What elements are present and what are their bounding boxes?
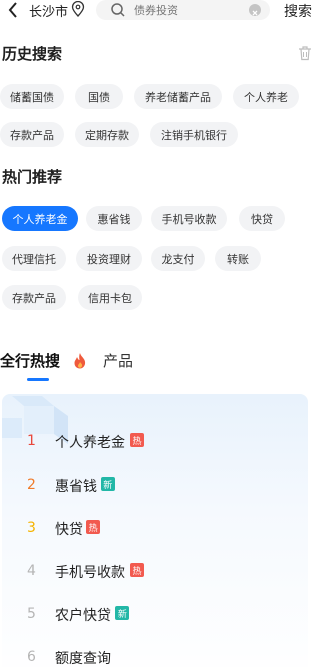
hot-search-label: 手机号收款 [55,565,125,581]
recommend-chip[interactable]: 手机号收款 [151,206,227,231]
rank-number: 2 [27,477,36,493]
rank-number: 1 [27,433,36,449]
tab-hot-search[interactable]: 全行热搜 [0,350,60,371]
city-selector[interactable]: 长沙市 [29,1,68,20]
rank-number: 6 [27,649,36,665]
hot-search-label: 快贷 [55,522,83,538]
top-bar: 长沙市 搜索 [0,0,319,22]
rank-number: 3 [27,520,36,536]
rank-number: 4 [27,563,36,579]
recommend-chip[interactable]: 快贷 [239,206,285,231]
clear-search-icon[interactable] [249,4,261,16]
rank-number: 5 [27,606,36,622]
hot-recommend-title: 热门推荐 [2,168,63,186]
recommend-chip-active[interactable]: 个人养老金 [2,206,78,231]
history-chip[interactable]: 存款产品 [0,122,64,147]
back-arrow-icon[interactable] [4,0,22,20]
recommend-chip[interactable]: 信用卡包 [78,285,142,310]
search-button[interactable]: 搜索 [284,1,312,21]
history-title: 历史搜索 [2,45,63,63]
hot-search-label: 额度查询 [55,651,111,667]
hot-search-row[interactable]: 5 农户快贷新 [2,600,308,630]
history-chip[interactable]: 定期存款 [75,122,139,147]
new-badge: 新 [100,477,115,491]
history-chip[interactable]: 养老储蓄产品 [134,84,222,109]
location-pin-icon[interactable] [71,0,85,17]
hot-search-label: 惠省钱 [55,479,97,495]
recommend-chip[interactable]: 惠省钱 [86,206,142,231]
recommend-chip[interactable]: 龙支付 [151,246,205,271]
history-chip[interactable]: 个人养老 [233,84,299,109]
hot-search-row[interactable]: 1 个人养老金热 [2,427,308,457]
history-chip[interactable]: 国债 [75,84,123,109]
hot-search-row[interactable]: 4 手机号收款热 [2,557,308,587]
hot-search-label: 农户快贷 [55,608,111,624]
fire-icon [73,352,87,369]
history-chip[interactable]: 储蓄国债 [0,84,64,109]
recommend-chip[interactable]: 投资理财 [76,246,142,271]
hot-search-row[interactable]: 2 惠省钱新 [2,471,308,501]
hot-search-label: 个人养老金 [55,435,125,451]
hot-badge: 热 [130,563,144,577]
hot-badge: 热 [130,433,144,447]
search-icon [110,2,126,18]
trash-icon[interactable] [298,45,312,61]
search-box[interactable] [96,0,270,20]
hot-search-row[interactable]: 3 快贷热 [2,514,308,544]
tab-products[interactable]: 产品 [103,350,133,371]
hot-badge: 热 [86,520,101,534]
recommend-chip[interactable]: 代理信托 [2,246,66,271]
recommend-chip[interactable]: 存款产品 [2,285,66,310]
tab-underline [27,378,49,381]
recommend-chip[interactable]: 转账 [215,246,261,271]
hot-search-row[interactable]: 6 额度查询 [2,643,308,667]
history-chip[interactable]: 注销手机银行 [150,122,238,147]
new-badge: 新 [115,606,130,620]
search-input[interactable] [134,2,244,18]
hot-search-list: 1 个人养老金热 2 惠省钱新 3 快贷热 4 手机号收款热 5 农户快贷新 6 额度查询 [2,394,308,667]
